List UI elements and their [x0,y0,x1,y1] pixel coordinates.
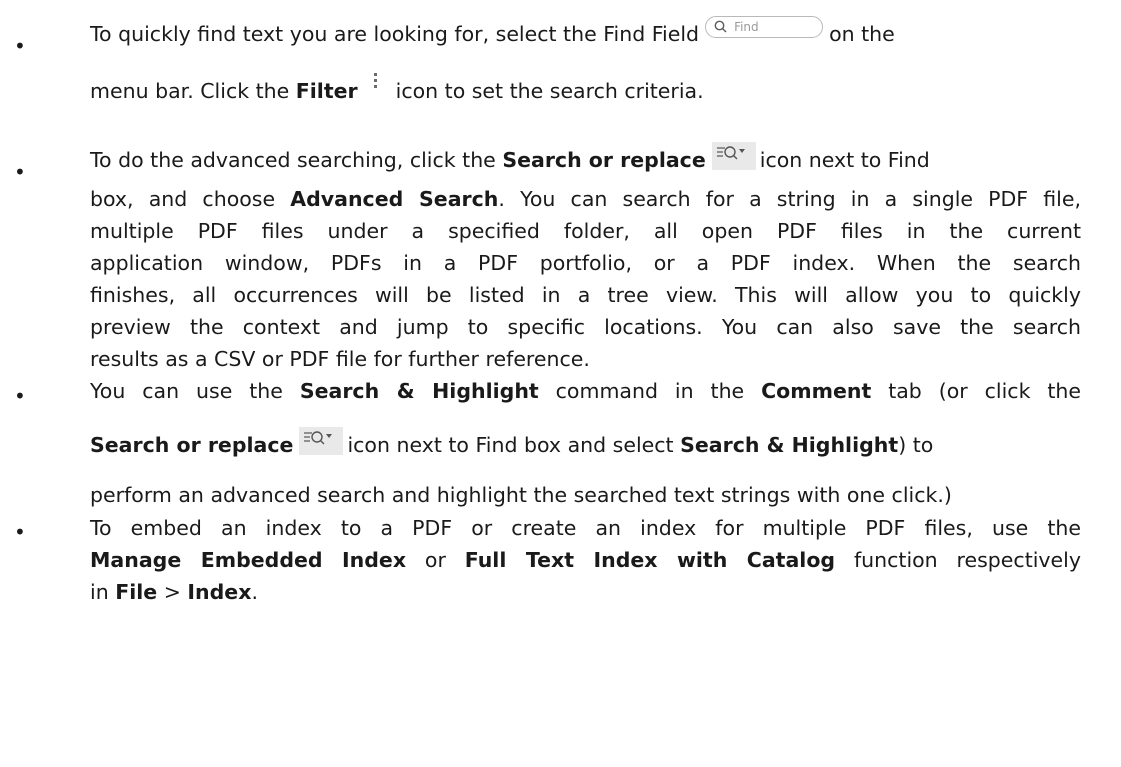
bullet-dot: • [14,34,26,58]
text-line: multiple PDF files under a specified fol… [90,219,1081,243]
bold-term: Advanced Search [290,187,499,211]
text-line: in File > Index. [90,578,1081,606]
text-segment: menu bar. Click the [90,79,296,103]
magnifier-icon [714,20,727,33]
search-replace-icon [299,427,344,455]
text-line: You can use the Search & Highlight comma… [90,377,1081,405]
text-line: Manage Embedded Index or Full Text Index… [90,546,1081,574]
bold-term: Full Text Index with Catalog [464,548,836,572]
text-segment: ) to [898,433,934,457]
find-field-icon: Find [705,16,824,38]
text-line: To quickly find text you are looking for… [90,16,1077,48]
text-line: To do the advanced searching, click the … [90,142,1081,175]
text-line: preview the context and jump to specific… [90,315,1081,339]
text-line: menu bar. Click the Filter icon to set th… [90,73,1081,105]
text-line: application window, PDFs in a PDF portfo… [90,251,1081,275]
text-segment: . You can search for a string in a singl… [498,187,1081,211]
text-segment: in [90,580,116,604]
text-segment: You can use the [90,379,300,403]
text-segment: To do the advanced searching, click the [90,148,503,172]
text-line: box, and choose Advanced Search. You can… [90,185,1081,213]
bullet-dot: • [14,160,26,184]
bold-term: Search & Highlight [299,379,539,403]
text-segment: > [157,580,188,604]
text-line: To embed an index to a PDF or create an … [90,516,1081,540]
find-placeholder: Find [734,20,759,34]
bold-term: Comment [761,379,872,403]
bold-term: Filter [295,79,358,103]
text-segment: . [251,580,258,604]
text-line: results as a CSV or PDF file for further… [90,347,590,371]
text-segment: command in the [538,379,762,403]
text-segment: tab (or click the [871,379,1082,403]
text-segment: on the [829,22,895,46]
text-segment: icon to set the search criteria. [395,79,704,103]
bold-term: Search or replace [90,433,294,457]
text-segment: icon next to Find [759,148,930,172]
text-segment: icon next to Find box and select [347,433,681,457]
text-segment: function respectively [835,548,1081,572]
text-segment: or [406,548,465,572]
bold-term: Index [187,580,252,604]
bold-term: File [115,580,158,604]
bold-term: Manage Embedded Index [90,548,407,572]
bullet-dot: • [14,384,26,408]
bold-term: Search or replace [502,148,706,172]
search-replace-icon [711,142,756,170]
text-line: perform an advanced search and highlight… [90,483,952,507]
bullet-dot: • [14,520,26,544]
text-segment: box, and choose [90,187,291,211]
text-segment: To quickly find text you are looking for… [90,22,700,46]
text-line: Search or replace icon next to Find box a… [90,427,1081,460]
kebab-menu-icon [364,70,388,96]
document-page: • To quickly find text you are looking f… [0,0,1121,767]
bold-term: Search & Highlight [680,433,899,457]
text-line: finishes, all occurrences will be listed… [90,283,1081,307]
